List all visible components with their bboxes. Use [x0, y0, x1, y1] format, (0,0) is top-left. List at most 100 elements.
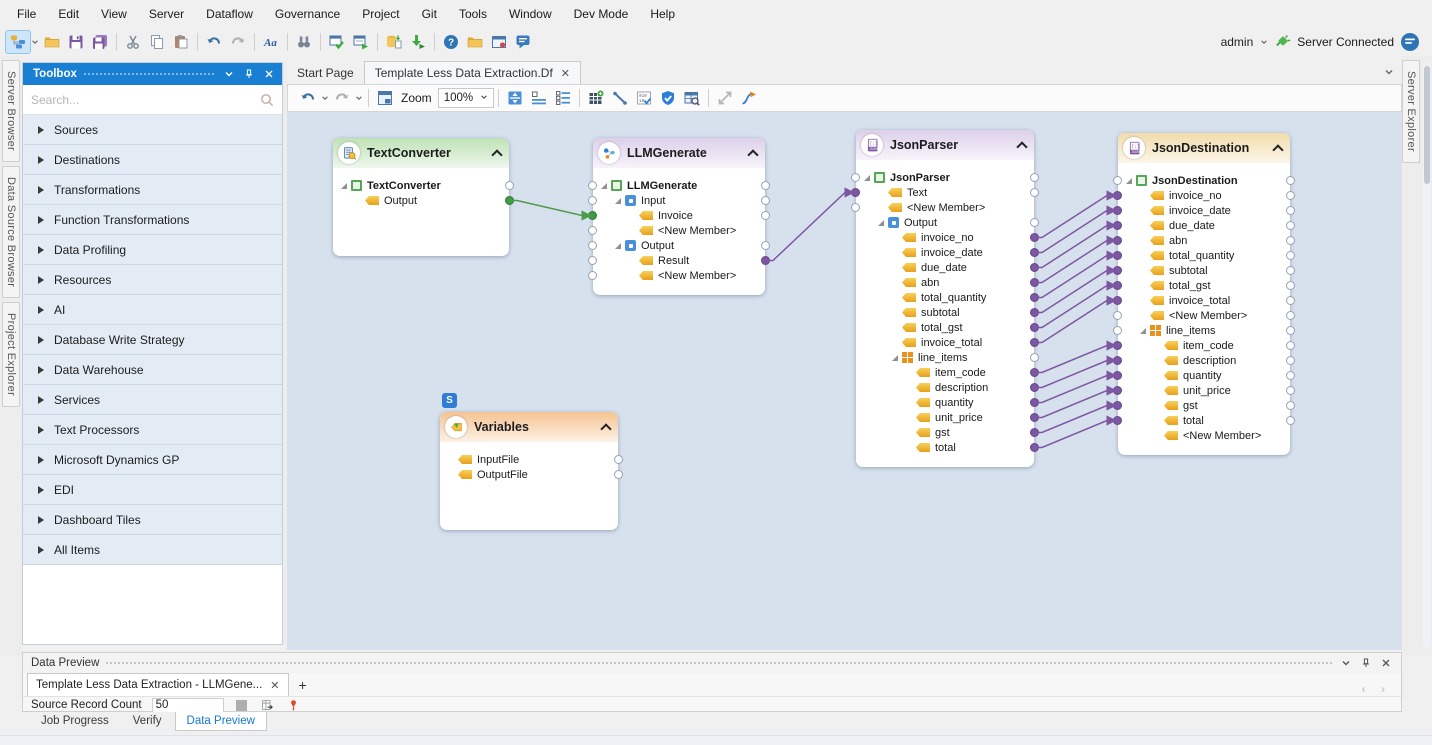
font-style-button[interactable]: Aa: [259, 31, 283, 53]
input-port[interactable]: [1113, 311, 1122, 320]
menu-item-dataflow[interactable]: Dataflow: [195, 2, 264, 26]
canvas-vertical-scrollbar[interactable]: [1423, 62, 1431, 648]
node-header[interactable]: {;}JSONJsonParser: [856, 130, 1034, 160]
deploy-database-button[interactable]: [382, 31, 406, 53]
input-port[interactable]: [588, 256, 597, 265]
input-port[interactable]: [1113, 386, 1122, 395]
toolbox-pin-icon[interactable]: [242, 67, 256, 81]
output-port[interactable]: [761, 256, 770, 265]
output-port[interactable]: [1030, 368, 1039, 377]
expander-icon[interactable]: [1126, 178, 1132, 184]
toolbox-category-services[interactable]: Services: [23, 385, 282, 415]
input-port[interactable]: [1113, 266, 1122, 275]
feedback-chat-icon[interactable]: [1400, 32, 1420, 52]
data-preview-pin-icon[interactable]: [1359, 656, 1373, 670]
tree-row-unit-price[interactable]: unit_price: [856, 410, 1034, 425]
toolbox-category-transformations[interactable]: Transformations: [23, 175, 282, 205]
dock-tab-server-explorer[interactable]: Server Explorer: [1402, 60, 1420, 163]
dock-tab-project-explorer[interactable]: Project Explorer: [2, 302, 20, 407]
redo-gray-button[interactable]: [226, 31, 250, 53]
auto-route-button[interactable]: [737, 87, 761, 109]
output-port[interactable]: [505, 181, 514, 190]
tree-row-gst[interactable]: gst: [856, 425, 1034, 440]
data-preview-doc-tab-close-icon[interactable]: ✕: [270, 679, 279, 692]
toolbox-close-icon[interactable]: [262, 67, 276, 81]
toolbox-search-input[interactable]: [31, 93, 254, 107]
input-port[interactable]: [1113, 326, 1122, 335]
expander-icon[interactable]: [864, 175, 870, 181]
tree-row-due-date[interactable]: due_date: [1118, 218, 1290, 233]
tree-row-total-quantity[interactable]: total_quantity: [1118, 248, 1290, 263]
input-port[interactable]: [1113, 371, 1122, 380]
output-port[interactable]: [1030, 443, 1039, 452]
tree-row-total-quantity[interactable]: total_quantity: [856, 290, 1034, 305]
output-port[interactable]: [1030, 173, 1039, 182]
node-header[interactable]: Variables: [440, 412, 618, 442]
align-horizontal-button[interactable]: [527, 87, 551, 109]
input-port[interactable]: [588, 241, 597, 250]
expander-icon[interactable]: [341, 183, 347, 189]
input-port[interactable]: [1113, 401, 1122, 410]
tree-row-subtotal[interactable]: subtotal: [856, 305, 1034, 320]
data-preview-close-icon[interactable]: [1379, 656, 1393, 670]
preview-layout-button[interactable]: [373, 87, 397, 109]
dropdown-chevron-icon[interactable]: [354, 87, 364, 109]
tree-row-line-items[interactable]: line_items: [856, 350, 1034, 365]
data-preview-chevron-down-icon[interactable]: [1339, 656, 1353, 670]
run-job-button[interactable]: [406, 31, 430, 53]
input-port[interactable]: [588, 181, 597, 190]
input-port[interactable]: [1113, 416, 1122, 425]
toolbox-category-destinations[interactable]: Destinations: [23, 145, 282, 175]
document-tab-close-icon[interactable]: ✕: [561, 67, 570, 80]
tree-row--new-member-[interactable]: <New Member>: [1118, 308, 1290, 323]
tree-row-abn[interactable]: abn: [856, 275, 1034, 290]
output-port[interactable]: [761, 241, 770, 250]
node-llmgenerate[interactable]: LLMGenerateLLMGenerateInputInvoice<New M…: [593, 138, 765, 295]
document-tabs-chevron-icon[interactable]: [1376, 62, 1402, 84]
collapse-chevron-icon[interactable]: [491, 149, 502, 160]
output-port[interactable]: [1286, 341, 1295, 350]
input-port[interactable]: [588, 196, 597, 205]
tree-row-subtotal[interactable]: subtotal: [1118, 263, 1290, 278]
toolbox-category-data-warehouse[interactable]: Data Warehouse: [23, 355, 282, 385]
save-button[interactable]: [64, 31, 88, 53]
open-folder-button[interactable]: [40, 31, 64, 53]
dropdown-chevron-icon[interactable]: [320, 87, 330, 109]
export-grid-icon[interactable]: [260, 698, 276, 712]
output-port[interactable]: [1030, 278, 1039, 287]
toolbox-category-resources[interactable]: Resources: [23, 265, 282, 295]
node-variables[interactable]: VariablesInputFileOutputFile: [440, 412, 618, 530]
collapse-chevron-icon[interactable]: [600, 423, 611, 434]
tree-row-invoice-no[interactable]: invoice_no: [1118, 188, 1290, 203]
tree-row-invoice-date[interactable]: invoice_date: [1118, 203, 1290, 218]
tree-row-text[interactable]: Text: [856, 185, 1034, 200]
output-port[interactable]: [1286, 356, 1295, 365]
paste-button[interactable]: [169, 31, 193, 53]
output-port[interactable]: [1030, 308, 1039, 317]
output-port[interactable]: [1030, 323, 1039, 332]
tree-row-gst[interactable]: gst: [1118, 398, 1290, 413]
input-port[interactable]: [1113, 176, 1122, 185]
menu-item-governance[interactable]: Governance: [264, 2, 351, 26]
output-port[interactable]: [1286, 176, 1295, 185]
save-all-button[interactable]: [88, 31, 112, 53]
expander-icon[interactable]: [615, 243, 621, 249]
shield-check-button[interactable]: [656, 87, 680, 109]
record-count-input[interactable]: [152, 698, 224, 713]
tree-row-quantity[interactable]: quantity: [1118, 368, 1290, 383]
expander-icon[interactable]: [892, 355, 898, 361]
account-chevron-icon[interactable]: [1259, 31, 1269, 53]
copy-button[interactable]: [145, 31, 169, 53]
menu-item-file[interactable]: File: [6, 2, 47, 26]
menu-item-edit[interactable]: Edit: [47, 2, 90, 26]
node-jsonparser[interactable]: {;}JSONJsonParserJsonParserText<New Memb…: [856, 130, 1034, 467]
redo-gray-button[interactable]: [330, 87, 354, 109]
input-port[interactable]: [851, 173, 860, 182]
tree-row--new-member-[interactable]: <New Member>: [1118, 428, 1290, 443]
input-port[interactable]: [1113, 281, 1122, 290]
input-port[interactable]: [588, 211, 597, 220]
scrollbar-thumb[interactable]: [1424, 66, 1430, 184]
dataflow-canvas[interactable]: TextConverterTextConverterOutputLLMGener…: [287, 112, 1402, 650]
tree-row-line-items[interactable]: line_items: [1118, 323, 1290, 338]
output-port[interactable]: [1286, 251, 1295, 260]
